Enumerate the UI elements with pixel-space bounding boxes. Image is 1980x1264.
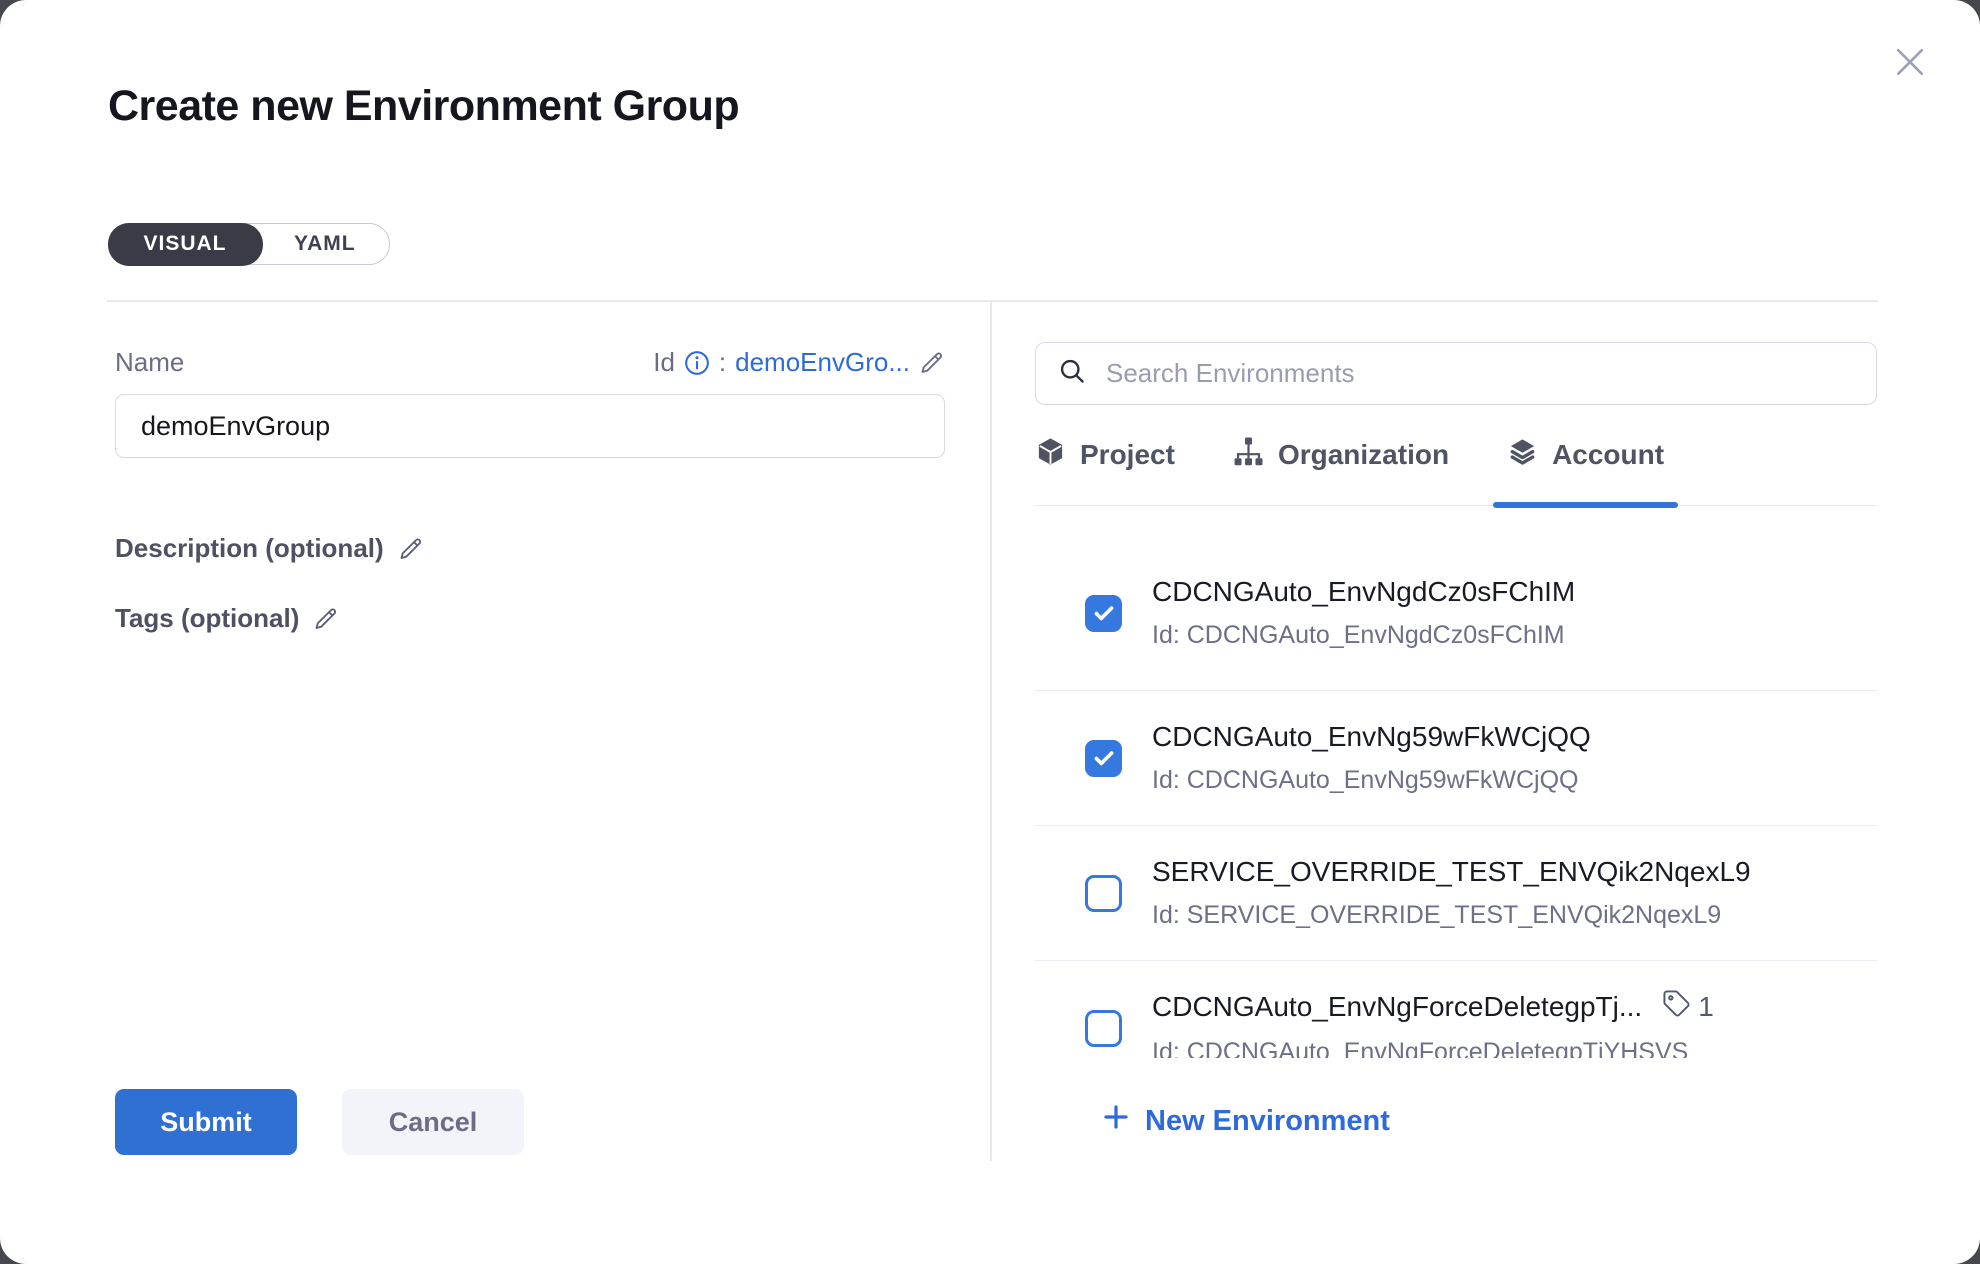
environment-row: SERVICE_OVERRIDE_TEST_ENVQik2NqexL9 Id: …	[1035, 826, 1877, 961]
scope-tabs: Project Organization	[1035, 405, 1877, 506]
environments-panel: Project Organization	[1035, 300, 1877, 1140]
environment-id: Id: SERVICE_OVERRIDE_TEST_ENVQik2NqexL9	[1152, 901, 1751, 930]
environment-id: Id: CDCNGAuto_EnvNg59wFkWCjQQ	[1152, 766, 1591, 795]
tag-count: 1	[1698, 991, 1714, 1023]
new-environment-button[interactable]: New Environment	[1101, 1102, 1390, 1140]
tag-count-badge: 1	[1662, 989, 1714, 1025]
environments-list[interactable]: CDCNGAuto_EnvNgdCz0sFChIM Id: CDCNGAuto_…	[1035, 506, 1877, 1058]
environment-name: CDCNGAuto_EnvNgdCz0sFChIM	[1152, 576, 1575, 608]
environment-row: CDCNGAuto_EnvNgForceDeletegpTj... 1 I	[1035, 961, 1877, 1058]
id-separator: :	[719, 347, 726, 378]
search-environments-input[interactable]	[1104, 357, 1854, 390]
tab-account-label: Account	[1552, 439, 1664, 471]
environment-id: Id: CDCNGAuto_EnvNgdCz0sFChIM	[1152, 621, 1575, 650]
id-label: Id	[653, 347, 675, 378]
tab-organization[interactable]: Organization	[1233, 405, 1449, 505]
edit-id-icon[interactable]	[919, 350, 945, 376]
environment-row: CDCNGAuto_EnvNgdCz0sFChIM Id: CDCNGAuto_…	[1035, 506, 1877, 691]
id-value-link[interactable]: demoEnvGro...	[735, 347, 910, 378]
submit-button[interactable]: Submit	[115, 1089, 297, 1155]
edit-description-icon[interactable]	[398, 536, 424, 562]
tab-project-label: Project	[1080, 439, 1175, 471]
name-input[interactable]	[115, 394, 945, 458]
tag-icon	[1662, 989, 1691, 1025]
environment-id: Id: CDCNGAuto_EnvNgForceDeletegpTjYHSVS	[1152, 1038, 1714, 1058]
environment-checkbox[interactable]	[1085, 595, 1122, 632]
identifier-row: Id : demoEnvGro...	[653, 347, 945, 378]
vertical-divider	[990, 301, 992, 1161]
cube-icon	[1035, 436, 1066, 474]
name-id-row: Name Id : demoEnvGro...	[115, 347, 945, 378]
tags-row: Tags (optional)	[115, 603, 339, 634]
org-chart-icon	[1233, 436, 1264, 474]
cancel-button[interactable]: Cancel	[342, 1089, 524, 1155]
layers-icon	[1507, 436, 1538, 474]
tab-project[interactable]: Project	[1035, 405, 1175, 505]
create-environment-group-dialog: Create new Environment Group VISUAL YAML…	[0, 0, 1980, 1264]
tab-organization-label: Organization	[1278, 439, 1449, 471]
tab-yaml[interactable]: YAML	[261, 224, 389, 264]
environment-checkbox[interactable]	[1085, 740, 1122, 777]
environment-name: CDCNGAuto_EnvNg59wFkWCjQQ	[1152, 721, 1591, 753]
search-box	[1035, 342, 1877, 405]
plus-icon	[1101, 1102, 1131, 1140]
tab-account[interactable]: Account	[1507, 405, 1664, 505]
environment-checkbox[interactable]	[1085, 1010, 1122, 1047]
visual-yaml-toggle: VISUAL YAML	[108, 223, 390, 265]
environment-name: SERVICE_OVERRIDE_TEST_ENVQik2NqexL9	[1152, 856, 1751, 888]
description-row: Description (optional)	[115, 533, 424, 564]
description-label: Description (optional)	[115, 533, 384, 564]
close-icon[interactable]	[1890, 42, 1930, 82]
tags-label: Tags (optional)	[115, 603, 299, 634]
environment-checkbox[interactable]	[1085, 875, 1122, 912]
environment-row: CDCNGAuto_EnvNg59wFkWCjQQ Id: CDCNGAuto_…	[1035, 691, 1877, 826]
tab-visual[interactable]: VISUAL	[108, 223, 263, 266]
environment-name: CDCNGAuto_EnvNgForceDeletegpTj...	[1152, 991, 1642, 1023]
new-environment-label: New Environment	[1145, 1105, 1390, 1138]
name-label: Name	[115, 347, 184, 378]
search-icon	[1058, 357, 1086, 390]
edit-tags-icon[interactable]	[313, 606, 339, 632]
info-icon[interactable]	[684, 350, 710, 376]
dialog-title: Create new Environment Group	[108, 82, 739, 131]
